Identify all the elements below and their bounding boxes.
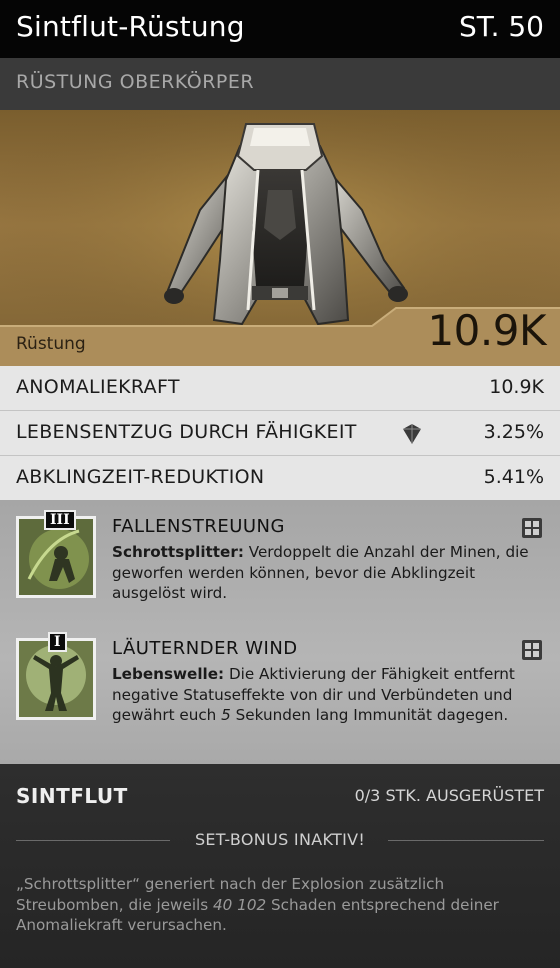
perk-tier-badge: III <box>44 510 76 530</box>
set-damage-value: 40 102 <box>213 895 267 914</box>
stat-value: 3.25% <box>483 421 544 443</box>
set-equipped-count: 0/3 STK. AUSGERÜSTET <box>354 786 544 805</box>
item-type-bar: RÜSTUNG OBERKÖRPER <box>0 58 560 110</box>
item-header: Sintflut-Rüstung ST. 50 <box>0 0 560 58</box>
set-name: SINTFLUT <box>16 784 128 808</box>
stat-value: 10.9K <box>489 376 544 398</box>
stat-row: LEBENSENTZUG DURCH FÄHIGKEIT 3.25% <box>0 411 560 456</box>
perk-effect-text: Sekunden lang Immunität dagegen. <box>230 706 509 724</box>
stat-label: ABKLINGZEIT-REDUKTION <box>16 466 265 488</box>
gem-icon <box>403 424 421 444</box>
set-bonus-status: SET-BONUS INAKTIV! <box>194 830 366 849</box>
set-bonus-section: SINTFLUT 0/3 STK. AUSGERÜSTET SET-BONUS … <box>0 764 560 968</box>
armor-label: Rüstung <box>16 334 86 354</box>
perk-title: FALLENSTREUUNG <box>112 516 285 537</box>
stat-row: ANOMALIEKRAFT 10.9K <box>0 366 560 411</box>
set-bonus-description: „Schrottsplitter“ generiert nach der Exp… <box>16 874 536 936</box>
item-type: RÜSTUNG OBERKÖRPER <box>16 71 255 93</box>
trap-perk-icon <box>19 519 93 595</box>
perk-title: LÄUTERNDER WIND <box>112 638 298 659</box>
item-level: ST. 50 <box>459 10 544 43</box>
perks-section: III FALLENSTREUUNG Schrottsplitter: Verd… <box>0 500 560 764</box>
item-preview: Rüstung 10.9K <box>0 110 560 366</box>
armor-value: 10.9K <box>427 306 546 355</box>
item-name: Sintflut-Rüstung <box>16 10 245 43</box>
mod-slot-icon[interactable] <box>522 640 542 660</box>
stat-label: LEBENSENTZUG DURCH FÄHIGKEIT <box>16 421 357 443</box>
perk-duration-value: 5 <box>221 706 231 724</box>
perk-tier-badge: I <box>48 632 67 652</box>
perk-description: Lebenswelle: Die Aktivierung der Fähigke… <box>112 664 542 726</box>
wind-perk-icon <box>19 641 93 717</box>
perk-ability-name: Lebenswelle: <box>112 665 225 683</box>
mod-slot-icon[interactable] <box>522 518 542 538</box>
perk-description: Schrottsplitter: Verdoppelt die Anzahl d… <box>112 542 542 604</box>
stat-value: 5.41% <box>483 466 544 488</box>
stat-label: ANOMALIEKRAFT <box>16 376 180 398</box>
perk-ability-name: Schrottsplitter: <box>112 543 244 561</box>
item-card: Sintflut-Rüstung ST. 50 RÜSTUNG OBERKÖRP… <box>0 0 560 968</box>
stat-row: ABKLINGZEIT-REDUKTION 5.41% <box>0 456 560 501</box>
